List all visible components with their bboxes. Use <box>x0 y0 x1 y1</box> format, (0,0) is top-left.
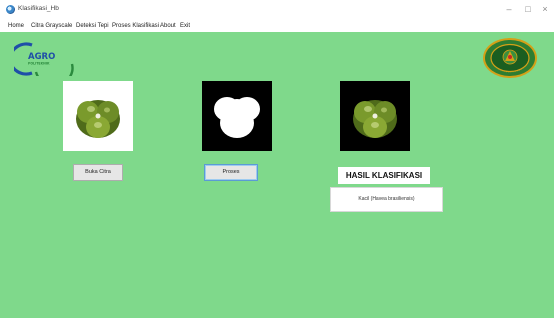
masked-cabbage-image <box>353 100 397 138</box>
process-button[interactable]: Proses <box>204 164 258 181</box>
menu-item-home[interactable]: Home <box>8 21 24 31</box>
minimize-button[interactable]: – <box>500 2 518 16</box>
result-title: HASIL KLASIFIKASI <box>338 167 430 184</box>
cabbage-image <box>76 100 120 138</box>
original-image-panel <box>63 81 133 151</box>
agro-logo: AGRO POLITEKNIK <box>14 42 74 76</box>
main-panel: AGRO POLITEKNIK Buka Citra Proses HASIL … <box>0 32 554 318</box>
load-image-button[interactable]: Buka Citra <box>73 164 123 181</box>
window-title: Klasifikasi_Hb <box>18 5 59 12</box>
close-button[interactable]: × <box>536 2 554 16</box>
menu-item-about[interactable]: About <box>160 21 176 31</box>
app-icon <box>6 5 15 14</box>
title-bar: Klasifikasi_Hb – □ × <box>0 0 554 20</box>
masked-image-panel <box>340 81 410 151</box>
university-emblem <box>483 38 537 78</box>
agro-logo-text: AGRO <box>28 52 55 62</box>
maximize-button[interactable]: □ <box>519 2 537 16</box>
menu-item-exit[interactable]: Exit <box>180 21 190 31</box>
menu-item-deteksi-tepi[interactable]: Deteksi Tepi <box>76 21 109 31</box>
menu-item-citra-grayscale[interactable]: Citra Grayscale <box>31 21 72 31</box>
result-value: Kacil (Havea brasiliensis) <box>330 187 443 212</box>
menu-item-proses-klasifikasi[interactable]: Proses Klasifikasi <box>112 21 159 31</box>
agro-logo-subtext: POLITEKNIK <box>28 62 50 66</box>
segmented-image-panel <box>202 81 272 151</box>
binary-mask-image <box>214 97 260 138</box>
menu-bar: Home Citra Grayscale Deteksi Tepi Proses… <box>0 20 554 32</box>
